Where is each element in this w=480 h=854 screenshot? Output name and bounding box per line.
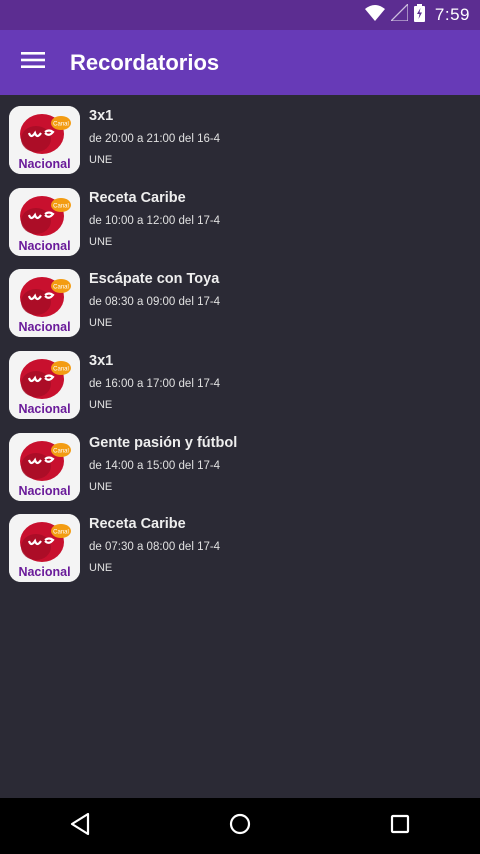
svg-text:Nacional: Nacional [18, 402, 70, 416]
reminder-channel: UNE [89, 235, 113, 248]
reminder-item[interactable]: Canal Nacional Escápate con Toya de 08:3… [0, 258, 480, 340]
reminder-item[interactable]: Canal Nacional 3x1 de 16:00 a 17:00 del … [0, 340, 480, 422]
home-icon [229, 813, 251, 840]
reminder-item[interactable]: Canal Nacional 3x1 de 20:00 a 21:00 del … [0, 95, 480, 177]
reminder-title: Receta Caribe [89, 516, 186, 533]
reminder-schedule: de 07:30 a 08:00 del 17-4 [89, 541, 221, 554]
reminder-title: Gente pasión y fútbol [89, 434, 238, 451]
svg-text:Nacional: Nacional [18, 565, 70, 579]
channel-logo: Canal Nacional [9, 269, 80, 338]
svg-text:Canal: Canal [53, 285, 69, 291]
navigation-bar [0, 798, 480, 854]
channel-logo: Canal Nacional [9, 187, 80, 256]
reminder-title: 3x1 [89, 353, 114, 370]
svg-text:Canal: Canal [53, 448, 69, 454]
reminder-item[interactable]: Canal Nacional Receta Caribe de 10:00 a … [0, 177, 480, 259]
reminder-title: Escápate con Toya [89, 271, 220, 288]
reminder-list: Canal Nacional 3x1 de 20:00 a 21:00 del … [0, 95, 480, 798]
reminder-schedule: de 10:00 a 12:00 del 17-4 [89, 214, 221, 227]
reminder-channel: UNE [89, 480, 113, 493]
hamburger-menu-icon [21, 51, 45, 74]
recents-icon [390, 814, 410, 839]
reminder-schedule: de 20:00 a 21:00 del 16-4 [89, 133, 221, 145]
svg-text:Nacional: Nacional [18, 157, 70, 171]
channel-logo: Canal Nacional [9, 351, 80, 420]
recents-button[interactable] [360, 798, 440, 854]
reminder-schedule: de 16:00 a 17:00 del 17-4 [89, 378, 221, 391]
wifi-icon [364, 4, 385, 26]
reminder-item[interactable]: Canal Nacional Gente pasión y fútbol de … [0, 422, 480, 504]
reminder-channel: UNE [89, 154, 113, 166]
menu-button[interactable] [0, 30, 66, 95]
reminder-title: 3x1 [89, 108, 114, 124]
status-bar: 7:59 [0, 0, 480, 30]
svg-text:Canal: Canal [53, 203, 69, 209]
svg-text:Canal: Canal [53, 530, 69, 536]
home-button[interactable] [200, 798, 280, 854]
reminder-channel: UNE [89, 317, 113, 330]
svg-text:Nacional: Nacional [18, 484, 70, 498]
page-title: Recordatorios [70, 49, 220, 75]
svg-text:Canal: Canal [53, 122, 69, 128]
back-icon [69, 812, 91, 841]
channel-logo: Canal Nacional [9, 514, 80, 583]
reminder-item[interactable]: Canal Nacional Receta Caribe de 07:30 a … [0, 503, 480, 585]
svg-text:Nacional: Nacional [18, 320, 70, 334]
status-time: 7:59 [434, 5, 470, 24]
reminder-schedule: de 08:30 a 09:00 del 17-4 [89, 296, 221, 309]
app-bar: Recordatorios [0, 30, 480, 95]
reminder-schedule: de 14:00 a 15:00 del 17-4 [89, 459, 221, 472]
channel-logo: Canal Nacional [9, 106, 80, 174]
channel-logo: Canal Nacional [9, 432, 80, 501]
cell-signal-icon [389, 2, 409, 26]
svg-text:Nacional: Nacional [18, 239, 70, 253]
reminder-channel: UNE [89, 399, 113, 412]
reminder-title: Receta Caribe [89, 189, 186, 206]
battery-charging-icon [413, 3, 425, 27]
svg-text:Canal: Canal [53, 367, 69, 373]
back-button[interactable] [40, 798, 120, 854]
reminder-channel: UNE [89, 562, 113, 575]
